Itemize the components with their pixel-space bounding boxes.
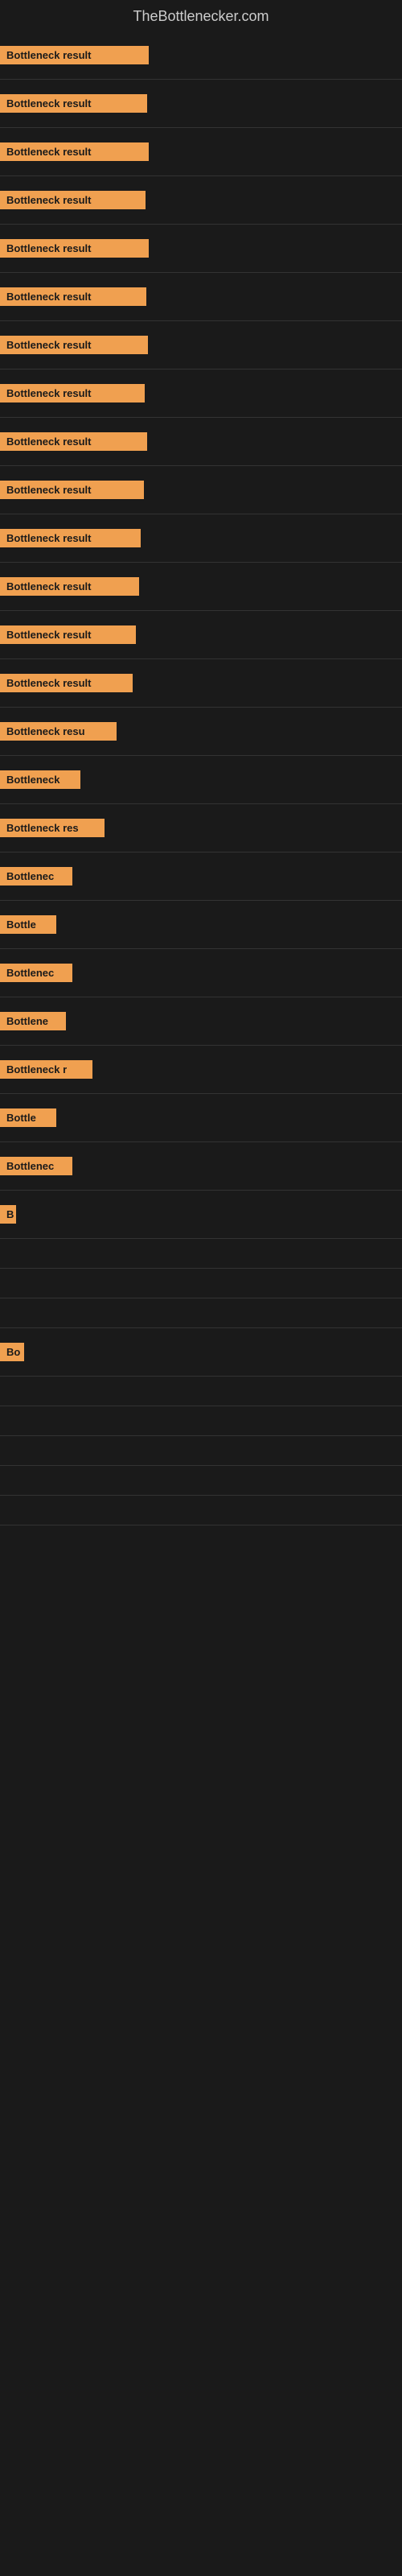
bottleneck-bar-24[interactable]: B <box>0 1205 402 1224</box>
bottleneck-bar-28[interactable]: Bo <box>0 1343 402 1361</box>
row-25 <box>0 1239 402 1269</box>
bottleneck-bar-19[interactable]: Bottlenec <box>0 964 402 982</box>
bottleneck-bar-7[interactable]: Bottleneck result <box>0 384 402 402</box>
row-1: Bottleneck result <box>0 80 402 128</box>
row-11: Bottleneck result <box>0 563 402 611</box>
bottleneck-label-28: Bo <box>0 1343 24 1361</box>
row-8: Bottleneck result <box>0 418 402 466</box>
bottleneck-bar-8[interactable]: Bottleneck result <box>0 432 402 451</box>
row-21: Bottleneck r <box>0 1046 402 1094</box>
row-19: Bottlenec <box>0 949 402 997</box>
bottleneck-label-1: Bottleneck result <box>0 94 147 113</box>
bottleneck-bar-22[interactable]: Bottle <box>0 1108 402 1127</box>
bottleneck-bar-16[interactable]: Bottleneck res <box>0 819 402 837</box>
row-16: Bottleneck res <box>0 804 402 852</box>
bottleneck-bar-14[interactable]: Bottleneck resu <box>0 722 402 741</box>
row-15: Bottleneck <box>0 756 402 804</box>
bottleneck-label-24: B <box>0 1205 16 1224</box>
row-0: Bottleneck result <box>0 31 402 80</box>
row-24: B <box>0 1191 402 1239</box>
row-22: Bottle <box>0 1094 402 1142</box>
bottleneck-label-0: Bottleneck result <box>0 46 149 64</box>
row-30 <box>0 1406 402 1436</box>
bottleneck-label-19: Bottlenec <box>0 964 72 982</box>
bottleneck-label-20: Bottlene <box>0 1012 66 1030</box>
bottleneck-label-14: Bottleneck resu <box>0 722 117 741</box>
bottleneck-label-8: Bottleneck result <box>0 432 147 451</box>
bottleneck-label-6: Bottleneck result <box>0 336 148 354</box>
row-32 <box>0 1466 402 1496</box>
bottleneck-bar-20[interactable]: Bottlene <box>0 1012 402 1030</box>
row-28: Bo <box>0 1328 402 1377</box>
row-18: Bottle <box>0 901 402 949</box>
bottleneck-label-12: Bottleneck result <box>0 625 136 644</box>
row-7: Bottleneck result <box>0 369 402 418</box>
bottleneck-label-2: Bottleneck result <box>0 142 149 161</box>
bottleneck-label-22: Bottle <box>0 1108 56 1127</box>
bottleneck-label-5: Bottleneck result <box>0 287 146 306</box>
bottleneck-bar-11[interactable]: Bottleneck result <box>0 577 402 596</box>
row-34 <box>0 1525 402 1554</box>
bottleneck-label-13: Bottleneck result <box>0 674 133 692</box>
bottleneck-label-11: Bottleneck result <box>0 577 139 596</box>
row-20: Bottlene <box>0 997 402 1046</box>
bottleneck-label-17: Bottlenec <box>0 867 72 886</box>
row-4: Bottleneck result <box>0 225 402 273</box>
row-29 <box>0 1377 402 1406</box>
bottleneck-bar-23[interactable]: Bottlenec <box>0 1157 402 1175</box>
row-27 <box>0 1298 402 1328</box>
row-12: Bottleneck result <box>0 611 402 659</box>
bottleneck-bar-18[interactable]: Bottle <box>0 915 402 934</box>
row-5: Bottleneck result <box>0 273 402 321</box>
bottleneck-label-16: Bottleneck res <box>0 819 105 837</box>
bottleneck-bar-5[interactable]: Bottleneck result <box>0 287 402 306</box>
bottleneck-label-10: Bottleneck result <box>0 529 141 547</box>
bottleneck-label-15: Bottleneck <box>0 770 80 789</box>
bottleneck-bar-10[interactable]: Bottleneck result <box>0 529 402 547</box>
bottleneck-bar-13[interactable]: Bottleneck result <box>0 674 402 692</box>
row-2: Bottleneck result <box>0 128 402 176</box>
row-26 <box>0 1269 402 1298</box>
bottleneck-bar-21[interactable]: Bottleneck r <box>0 1060 402 1079</box>
row-10: Bottleneck result <box>0 514 402 563</box>
row-33 <box>0 1496 402 1525</box>
row-31 <box>0 1436 402 1466</box>
bottleneck-bar-0[interactable]: Bottleneck result <box>0 46 402 64</box>
row-9: Bottleneck result <box>0 466 402 514</box>
bottleneck-bar-1[interactable]: Bottleneck result <box>0 94 402 113</box>
bottleneck-bar-2[interactable]: Bottleneck result <box>0 142 402 161</box>
bottleneck-label-4: Bottleneck result <box>0 239 149 258</box>
bottleneck-bar-3[interactable]: Bottleneck result <box>0 191 402 209</box>
row-3: Bottleneck result <box>0 176 402 225</box>
bottleneck-label-7: Bottleneck result <box>0 384 145 402</box>
row-14: Bottleneck resu <box>0 708 402 756</box>
bottleneck-bar-4[interactable]: Bottleneck result <box>0 239 402 258</box>
bottleneck-bar-6[interactable]: Bottleneck result <box>0 336 402 354</box>
bottleneck-bar-17[interactable]: Bottlenec <box>0 867 402 886</box>
row-6: Bottleneck result <box>0 321 402 369</box>
row-23: Bottlenec <box>0 1142 402 1191</box>
row-13: Bottleneck result <box>0 659 402 708</box>
bottleneck-label-3: Bottleneck result <box>0 191 146 209</box>
bottleneck-label-23: Bottlenec <box>0 1157 72 1175</box>
bottleneck-bar-15[interactable]: Bottleneck <box>0 770 402 789</box>
bottleneck-label-18: Bottle <box>0 915 56 934</box>
bottleneck-bar-9[interactable]: Bottleneck result <box>0 481 402 499</box>
bottleneck-label-9: Bottleneck result <box>0 481 144 499</box>
bottleneck-bar-12[interactable]: Bottleneck result <box>0 625 402 644</box>
row-17: Bottlenec <box>0 852 402 901</box>
bottleneck-label-21: Bottleneck r <box>0 1060 92 1079</box>
site-title: TheBottlenecker.com <box>0 0 402 31</box>
